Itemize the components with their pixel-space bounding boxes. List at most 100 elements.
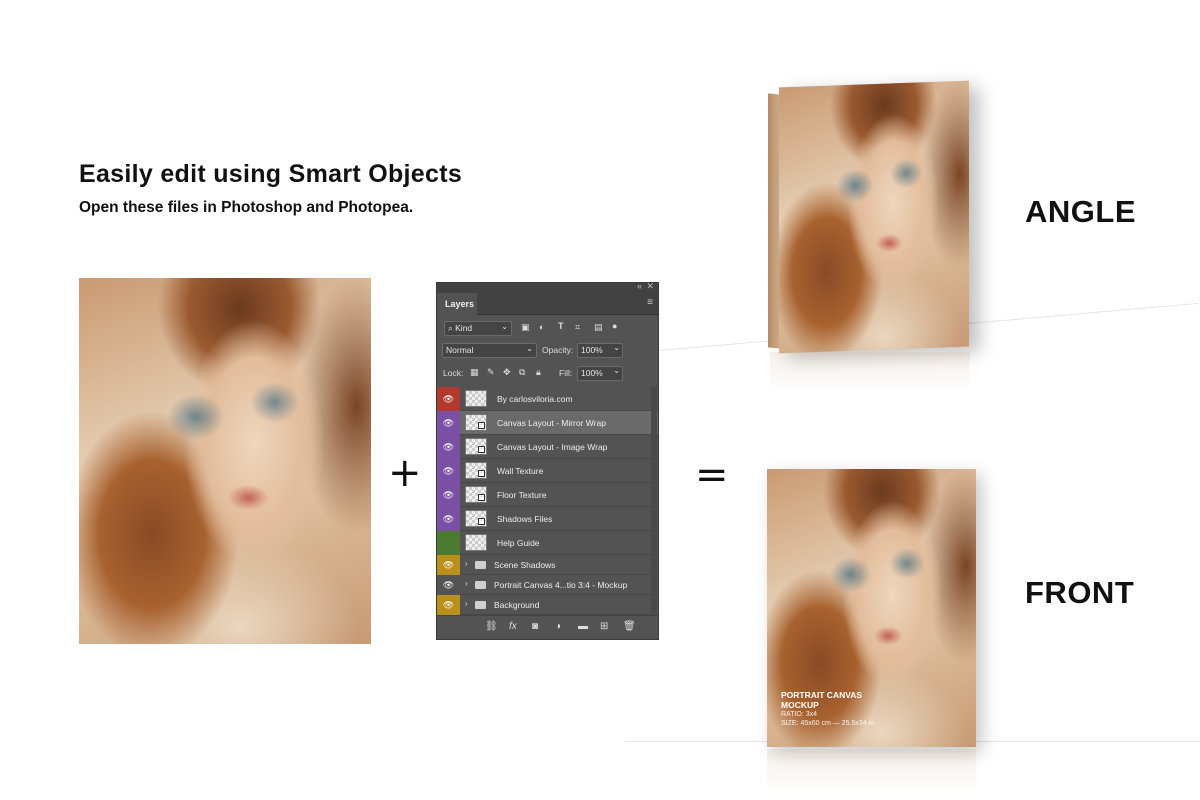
fill-value: 100% bbox=[581, 368, 603, 378]
group-name: Portrait Canvas 4...tio 3:4 - Mockup bbox=[494, 580, 628, 590]
layer-row[interactable]: 👁︎ ▫ Wall Texture bbox=[437, 459, 658, 483]
visibility-eye-icon[interactable] bbox=[437, 531, 460, 555]
new-layer-icon[interactable]: ⊞ bbox=[600, 621, 608, 632]
close-icon[interactable]: ✕ bbox=[646, 283, 654, 292]
layer-group-row[interactable]: 👁︎ › Scene Shadows bbox=[437, 555, 658, 575]
front-reflection bbox=[767, 749, 976, 794]
headline: Easily edit using Smart Objects bbox=[79, 160, 463, 188]
adjustment-filter-icon[interactable]: ◐ bbox=[539, 322, 544, 332]
panel-footer: ⛓ fx ◙ ◑ ▬ ⊞ 🗑︎ bbox=[437, 615, 658, 639]
layer-row[interactable]: 👁︎ By carlosviloria.com bbox=[437, 387, 658, 411]
panel-tabs: Layers ≡ bbox=[437, 293, 658, 315]
smart-object-filter-icon[interactable]: ▤ bbox=[594, 322, 603, 333]
layers-panel: « ✕ Layers ≡ ⌕ Kind ⌄ ▣ ◐ T ⌗ ▤ ● Normal… bbox=[436, 282, 659, 640]
chevron-down-icon: ⌄ bbox=[501, 322, 508, 331]
layer-name: Help Guide bbox=[497, 538, 540, 548]
equals-sign: = bbox=[695, 452, 729, 498]
panel-topbar: « ✕ bbox=[437, 283, 658, 293]
chevron-right-icon[interactable]: › bbox=[465, 579, 468, 588]
lock-brush-icon[interactable]: ✎ bbox=[487, 367, 495, 378]
lock-artboard-icon[interactable]: ⧉ bbox=[519, 367, 525, 378]
filter-row: ⌕ Kind ⌄ ▣ ◐ T ⌗ ▤ ● bbox=[437, 319, 658, 339]
visibility-eye-icon[interactable]: 👁︎ bbox=[437, 555, 460, 575]
layer-row[interactable]: 👁︎ ▫ Floor Texture bbox=[437, 483, 658, 507]
smart-object-icon: ▫ bbox=[478, 494, 485, 501]
lock-move-icon[interactable]: ✥ bbox=[503, 367, 511, 378]
add-mask-icon[interactable]: ◙ bbox=[532, 621, 538, 632]
opacity-label: Opacity: bbox=[542, 345, 574, 355]
portrait-artwork bbox=[79, 278, 371, 644]
layer-name: Shadows Files bbox=[497, 514, 553, 524]
tab-layers[interactable]: Layers bbox=[437, 293, 477, 315]
layer-thumbnail bbox=[465, 534, 487, 551]
angle-reflection bbox=[770, 352, 970, 392]
panel-menu-icon[interactable]: ≡ bbox=[647, 297, 653, 308]
chevron-down-icon: ⌄ bbox=[613, 366, 620, 375]
scrollbar[interactable] bbox=[651, 387, 657, 613]
layer-thumbnail: ▫ bbox=[465, 510, 487, 527]
visibility-eye-icon[interactable]: 👁︎ bbox=[437, 435, 460, 459]
trash-icon[interactable]: 🗑︎ bbox=[623, 621, 636, 632]
pixel-filter-icon[interactable]: ▣ bbox=[521, 322, 530, 333]
smart-object-icon: ▫ bbox=[478, 470, 485, 477]
front-mockup-text: PORTRAIT CANVAS MOCKUP RATIO: 3x4 SIZE: … bbox=[781, 690, 874, 728]
visibility-eye-icon[interactable]: 👁︎ bbox=[437, 507, 460, 531]
visibility-eye-icon[interactable]: 👁︎ bbox=[437, 459, 460, 483]
lock-all-icon[interactable]: 🔒︎ bbox=[536, 367, 541, 378]
blend-mode-select[interactable]: Normal ⌄ bbox=[442, 343, 537, 358]
smart-object-icon: ▫ bbox=[478, 518, 485, 525]
smart-object-icon: ▫ bbox=[478, 446, 485, 453]
group-name: Background bbox=[494, 600, 540, 610]
link-layers-icon[interactable]: ⛓ bbox=[485, 621, 498, 632]
front-ratio: RATIO: 3x4 bbox=[781, 711, 818, 718]
layer-thumbnail: ▫ bbox=[465, 486, 487, 503]
layer-group-row[interactable]: 👁︎ › Background bbox=[437, 595, 658, 615]
chevron-down-icon: ⌄ bbox=[613, 343, 620, 352]
layer-row[interactable]: 👁︎ ▫ Canvas Layout - Mirror Wrap bbox=[437, 411, 658, 435]
folder-icon bbox=[475, 581, 486, 589]
layer-group-row[interactable]: 👁︎ › Portrait Canvas 4...tio 3:4 - Mockup bbox=[437, 575, 658, 595]
visibility-eye-icon[interactable]: 👁︎ bbox=[437, 595, 460, 615]
layer-row[interactable]: 👁︎ ▫ Shadows Files bbox=[437, 507, 658, 531]
type-filter-icon[interactable]: T bbox=[558, 321, 564, 331]
plus-sign: + bbox=[388, 450, 422, 496]
visibility-eye-icon[interactable]: 👁︎ bbox=[437, 411, 460, 435]
front-size: SIZE: 45x60 cm — 25.5x34 in bbox=[781, 720, 874, 727]
shape-filter-icon[interactable]: ⌗ bbox=[575, 322, 580, 333]
lock-row: Lock: ▦ ✎ ✥ ⧉ 🔒︎ Fill: 100% ⌄ bbox=[437, 363, 658, 383]
fill-dropdown[interactable]: ⌄ bbox=[609, 366, 623, 381]
opacity-value: 100% bbox=[581, 345, 603, 355]
layer-row[interactable]: Help Guide bbox=[437, 531, 658, 555]
fx-icon[interactable]: fx bbox=[509, 621, 517, 632]
blend-row: Normal ⌄ Opacity: 100% ⌄ bbox=[437, 341, 658, 361]
layer-row[interactable]: 👁︎ ▫ Canvas Layout - Image Wrap bbox=[437, 435, 658, 459]
search-icon: ⌕ bbox=[448, 323, 453, 333]
new-group-icon[interactable]: ▬ bbox=[578, 621, 588, 632]
layer-name: Canvas Layout - Mirror Wrap bbox=[497, 418, 606, 428]
group-name: Scene Shadows bbox=[494, 560, 556, 570]
filter-toggle-icon[interactable]: ● bbox=[612, 321, 617, 331]
layer-name: Canvas Layout - Image Wrap bbox=[497, 442, 608, 452]
chevron-right-icon[interactable]: › bbox=[465, 559, 468, 568]
layer-thumbnail bbox=[465, 390, 487, 407]
filter-kind-value: Kind bbox=[455, 323, 473, 333]
front-title-line2: MOCKUP bbox=[781, 700, 819, 710]
adjustment-layer-icon[interactable]: ◑ bbox=[555, 621, 561, 632]
blend-mode-value: Normal bbox=[446, 345, 474, 355]
layer-thumbnail: ▫ bbox=[465, 438, 487, 455]
front-label: FRONT bbox=[1025, 575, 1135, 610]
visibility-eye-icon[interactable]: 👁︎ bbox=[437, 575, 460, 595]
opacity-dropdown[interactable]: ⌄ bbox=[609, 343, 623, 358]
collapse-icon[interactable]: « bbox=[637, 283, 642, 291]
front-title-line1: PORTRAIT CANVAS bbox=[781, 690, 863, 700]
visibility-eye-icon[interactable]: 👁︎ bbox=[437, 387, 460, 411]
layer-name: Floor Texture bbox=[497, 490, 547, 500]
chevron-right-icon[interactable]: › bbox=[465, 599, 468, 608]
folder-icon bbox=[475, 561, 486, 569]
lock-transparent-icon[interactable]: ▦ bbox=[470, 367, 479, 378]
angle-label: ANGLE bbox=[1025, 194, 1136, 229]
fill-label: Fill: bbox=[559, 368, 573, 378]
visibility-eye-icon[interactable]: 👁︎ bbox=[437, 483, 460, 507]
layer-thumbnail: ▫ bbox=[465, 414, 487, 431]
filter-kind-select[interactable]: ⌕ Kind ⌄ bbox=[444, 321, 512, 336]
